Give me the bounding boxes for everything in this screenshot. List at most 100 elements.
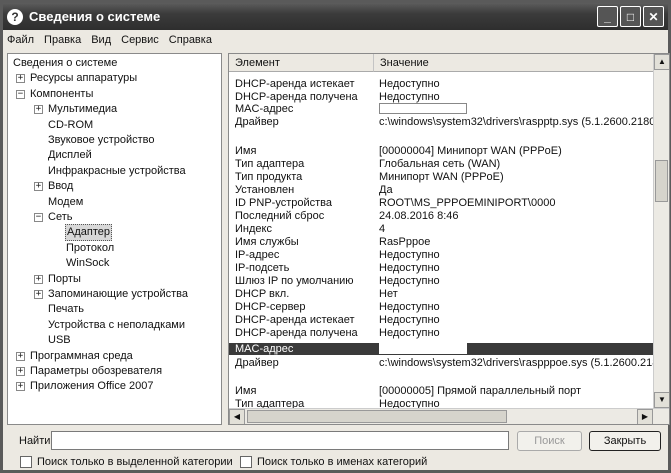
- tree-item[interactable]: Сведения о системе: [12, 56, 118, 71]
- item-cell: DHCP-аренда истекает: [235, 78, 355, 90]
- search-selected-category-checkbox[interactable]: [20, 456, 32, 468]
- redacted-value-box: [379, 343, 467, 354]
- menu-file[interactable]: Файл: [3, 34, 39, 46]
- search-category-names-option[interactable]: Поиск только в именах категорий: [240, 456, 427, 468]
- value-cell: Недоступно: [379, 301, 440, 313]
- expand-icon[interactable]: +: [34, 182, 43, 192]
- search-selected-category-option[interactable]: Поиск только в выделенной категории: [20, 456, 233, 468]
- value-cell: Недоступно: [379, 249, 440, 261]
- list-row[interactable]: DHCP-сервер Недоступно: [229, 301, 654, 313]
- minimize-button[interactable]: _: [597, 6, 618, 27]
- vertical-scroll-thumb[interactable]: [655, 160, 668, 202]
- menu-help[interactable]: Справка: [164, 34, 217, 46]
- tree-item[interactable]: Модем: [34, 195, 84, 210]
- menu-view[interactable]: Вид: [86, 34, 116, 46]
- tree-item[interactable]: + Приложения Office 2007: [16, 379, 154, 394]
- item-cell: DHCP-аренда получена: [235, 91, 358, 103]
- tree-item[interactable]: USB: [34, 333, 72, 348]
- tree-item[interactable]: WinSock: [52, 256, 110, 271]
- value-cell: [00000005] Прямой параллельный порт: [379, 385, 582, 397]
- category-tree[interactable]: Сведения о системе + Ресурсы аппаратуры − Ко…: [7, 53, 222, 425]
- value-cell: Недоступно: [379, 78, 440, 90]
- menu-tools[interactable]: Сервис: [116, 34, 164, 46]
- maximize-button[interactable]: □: [620, 6, 641, 27]
- list-row[interactable]: Драйвер c:\windows\system32\drivers\raspp…: [229, 116, 669, 128]
- item-cell: MAC-адрес: [235, 103, 294, 115]
- title-bar: ? Сведения о системе _ □ ✕: [3, 3, 668, 30]
- list-row[interactable]: [229, 372, 654, 384]
- tree-item[interactable]: − Сеть: [34, 210, 73, 225]
- horizontal-scrollbar[interactable]: ◀ ▶: [229, 408, 669, 424]
- list-row[interactable]: Драйвер c:\windows\system32\drivers\raspp…: [229, 357, 665, 369]
- tree-item[interactable]: Устройства с неполадками: [34, 318, 186, 333]
- list-row[interactable]: [229, 132, 654, 144]
- menu-edit[interactable]: Правка: [39, 34, 86, 46]
- column-header-value[interactable]: Значение: [374, 54, 654, 72]
- scroll-up-icon[interactable]: ▲: [654, 54, 669, 70]
- tree-item-label: Адаптер: [65, 224, 112, 242]
- list-row[interactable]: Последний сброс 24.08.2016 8:46: [229, 210, 654, 222]
- tree-item-label: Модем: [48, 195, 84, 208]
- tree-item[interactable]: + Программная среда: [16, 349, 134, 364]
- list-row[interactable]: Имя [00000005] Прямой параллельный порт: [229, 385, 654, 397]
- list-row[interactable]: Имя службы RasPppoe: [229, 236, 654, 248]
- system-info-window: ? Сведения о системе _ □ ✕ Файл Правка В…: [0, 0, 671, 473]
- vertical-scrollbar[interactable]: ▲ ▼: [653, 54, 669, 408]
- tree-item[interactable]: + Параметры обозревателя: [16, 364, 163, 379]
- collapse-icon[interactable]: −: [16, 89, 25, 99]
- tree-item[interactable]: Звуковое устройство: [34, 133, 155, 148]
- list-row[interactable]: Индекс 4: [229, 223, 654, 235]
- close-find-button[interactable]: Закрыть: [589, 431, 661, 451]
- list-row[interactable]: DHCP-аренда истекает Недоступно: [229, 78, 654, 90]
- tree-item[interactable]: Протокол: [52, 241, 115, 256]
- list-row[interactable]: Тип адаптера Глобальная сеть (WAN): [229, 158, 654, 170]
- item-cell: Имя: [235, 145, 257, 157]
- expand-icon[interactable]: +: [16, 351, 25, 361]
- scroll-right-icon[interactable]: ▶: [637, 409, 653, 424]
- collapse-icon[interactable]: −: [34, 213, 43, 222]
- tree-item[interactable]: + Запоминающие устройства: [34, 287, 189, 302]
- close-button[interactable]: ✕: [643, 6, 664, 27]
- item-cell: DHCP-аренда истекает: [235, 314, 355, 326]
- scroll-left-icon[interactable]: ◀: [229, 409, 245, 424]
- find-input[interactable]: [51, 431, 509, 450]
- scroll-down-icon[interactable]: ▼: [654, 392, 669, 408]
- tree-item[interactable]: + Ввод: [34, 179, 74, 194]
- list-row[interactable]: Установлен Да: [229, 184, 654, 196]
- value-cell: Минипорт WAN (PPPoE): [379, 171, 504, 183]
- search-category-names-checkbox[interactable]: [240, 456, 252, 468]
- tree-item[interactable]: + Ресурсы аппаратуры: [16, 71, 138, 86]
- list-row[interactable]: Шлюз IP по умолчанию Недоступно: [229, 275, 654, 287]
- expand-icon[interactable]: +: [16, 382, 25, 392]
- tree-item[interactable]: − Компоненты: [16, 87, 94, 102]
- list-row[interactable]: DHCP-аренда истекает Недоступно: [229, 314, 654, 326]
- list-row[interactable]: DHCP вкл. Нет: [229, 288, 654, 300]
- list-row[interactable]: MAC-адрес: [229, 103, 654, 115]
- list-row[interactable]: IP-подсеть Недоступно: [229, 262, 654, 274]
- list-row[interactable]: Имя [00000004] Минипорт WAN (PPPoE): [229, 145, 654, 157]
- list-row[interactable]: IP-адрес Недоступно: [229, 249, 654, 261]
- tree-item[interactable]: CD-ROM: [34, 118, 94, 133]
- list-row[interactable]: DHCP-аренда получена Недоступно: [229, 91, 654, 103]
- tree-item[interactable]: Адаптер: [52, 224, 112, 242]
- item-cell: ID PNP-устройства: [235, 197, 333, 209]
- list-row[interactable]: MAC-адрес: [229, 343, 654, 355]
- menu-bar: Файл Правка Вид Сервис Справка: [3, 30, 668, 49]
- item-cell: IP-адрес: [235, 249, 280, 261]
- search-button[interactable]: Поиск: [517, 431, 582, 451]
- list-row[interactable]: ID PNP-устройства ROOT\MS_PPPOEMINIPORT\0…: [229, 197, 654, 209]
- tree-item[interactable]: Печать: [34, 302, 85, 317]
- expand-icon[interactable]: +: [16, 74, 25, 84]
- tree-item[interactable]: Инфракрасные устройства: [34, 164, 187, 179]
- list-row[interactable]: Тип продукта Минипорт WAN (PPPoE): [229, 171, 654, 183]
- tree-item[interactable]: Дисплей: [34, 148, 93, 163]
- expand-icon[interactable]: +: [16, 367, 25, 376]
- tree-item[interactable]: + Мультимедиа: [34, 102, 118, 117]
- column-header-item[interactable]: Элемент: [229, 54, 374, 72]
- list-row[interactable]: DHCP-аренда получена Недоступно: [229, 327, 654, 339]
- horizontal-scroll-thumb[interactable]: [247, 410, 507, 423]
- expand-icon[interactable]: +: [34, 290, 43, 299]
- tree-item[interactable]: + Порты: [34, 272, 82, 287]
- expand-icon[interactable]: +: [34, 274, 43, 284]
- expand-icon[interactable]: +: [34, 105, 43, 115]
